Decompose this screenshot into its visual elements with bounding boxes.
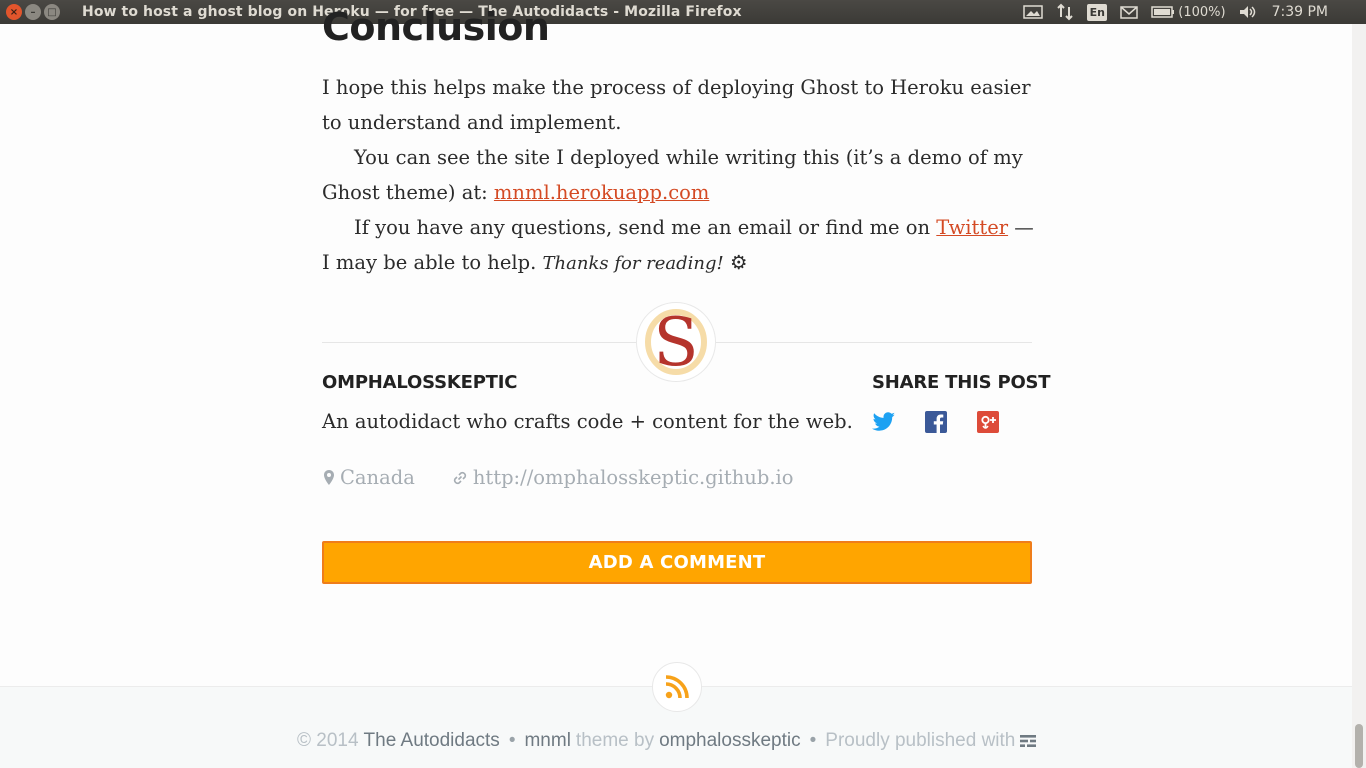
add-comment-button[interactable]: ADD A COMMENT xyxy=(322,541,1032,584)
paragraph-1: I hope this helps make the process of de… xyxy=(322,76,1031,134)
author-name[interactable]: OMPHALOSSKEPTIC xyxy=(322,372,517,393)
author-meta: Canada http://omphalosskeptic.github.io xyxy=(322,466,794,489)
close-window-button[interactable]: × xyxy=(6,4,22,20)
keyboard-layout-indicator[interactable]: En xyxy=(1087,3,1108,21)
thanks-text: Thanks for reading! xyxy=(542,253,724,274)
battery-icon xyxy=(1151,6,1175,18)
google-plus-icon[interactable] xyxy=(976,410,1000,434)
author-website[interactable]: http://omphalosskeptic.github.io xyxy=(451,466,794,489)
ghost-logo-icon[interactable] xyxy=(1019,734,1037,748)
share-title: SHARE THIS POST xyxy=(872,372,1051,393)
minimize-window-button[interactable]: – xyxy=(25,4,41,20)
footer-theme-by: theme by xyxy=(575,730,655,751)
footer-credits: © 2014 The Autodidacts • mnml theme by o… xyxy=(297,730,1037,752)
facebook-icon[interactable] xyxy=(924,410,948,434)
system-tray: En (100%) 7:39 PM xyxy=(1021,0,1366,24)
paragraph-3-text: If you have any questions, send me an em… xyxy=(354,216,937,239)
page-scrollbar[interactable] xyxy=(1352,24,1366,768)
footer-site-link[interactable]: The Autodidacts xyxy=(364,730,500,752)
maximize-window-button[interactable]: □ xyxy=(44,4,60,20)
window-controls: × – □ xyxy=(6,4,60,20)
clock[interactable]: 7:39 PM xyxy=(1272,0,1328,24)
rss-icon xyxy=(665,675,689,699)
rss-button[interactable] xyxy=(652,662,702,712)
demo-site-link[interactable]: mnml.herokuapp.com xyxy=(494,181,709,204)
author-location: Canada xyxy=(322,466,415,489)
paragraph-2: You can see the site I deployed while wr… xyxy=(322,140,1042,210)
footer-separator: • xyxy=(508,730,516,751)
gear-icon: ⚙ xyxy=(729,251,748,274)
share-icons xyxy=(872,410,1000,434)
volume-icon[interactable] xyxy=(1238,0,1258,24)
footer-published: Proudly published with xyxy=(825,730,1016,751)
network-icon[interactable] xyxy=(1055,0,1075,24)
location-pin-icon xyxy=(324,469,334,485)
author-location-text: Canada xyxy=(340,466,415,489)
author-website-link[interactable]: http://omphalosskeptic.github.io xyxy=(473,466,794,489)
footer-copyright: © 2014 xyxy=(297,730,359,751)
author-bio: An autodidact who crafts code + content … xyxy=(322,410,853,433)
os-top-bar: × – □ How to host a ghost blog on Heroku… xyxy=(0,0,1366,24)
display-icon[interactable] xyxy=(1021,0,1045,24)
avatar-letter: S xyxy=(653,307,698,377)
twitter-link[interactable]: Twitter xyxy=(936,216,1008,239)
mail-icon[interactable] xyxy=(1119,0,1139,24)
link-icon xyxy=(453,471,466,484)
section-heading: Conclusion xyxy=(322,5,550,49)
scrollbar-thumb[interactable] xyxy=(1355,724,1363,768)
footer-theme-author-link[interactable]: omphalosskeptic xyxy=(659,730,801,752)
article-body: I hope this helps make the process of de… xyxy=(322,70,1042,281)
battery-percent: (100%) xyxy=(1178,4,1226,20)
avatar[interactable]: S xyxy=(636,302,716,382)
avatar-logo: S xyxy=(645,307,707,377)
footer-theme-link[interactable]: mnml xyxy=(524,730,570,752)
twitter-icon[interactable] xyxy=(872,410,896,434)
paragraph-3: If you have any questions, send me an em… xyxy=(322,210,1042,281)
footer-separator: • xyxy=(809,730,817,751)
battery-indicator[interactable]: (100%) xyxy=(1151,0,1226,24)
